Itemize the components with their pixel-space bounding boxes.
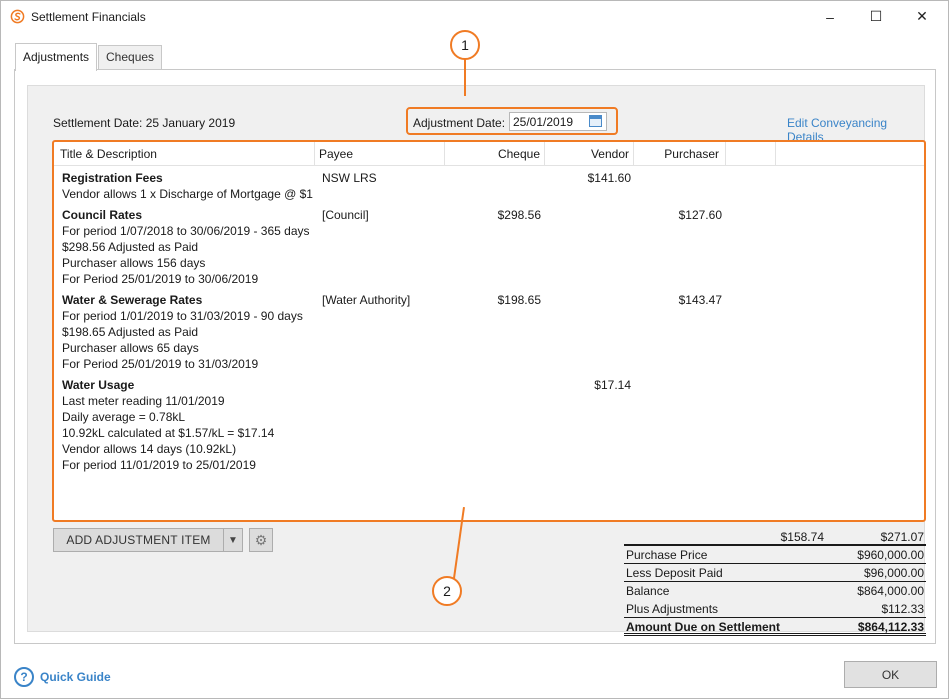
summary-value: $960,000.00	[857, 548, 924, 562]
row-description-line: For Period 25/01/2019 to 30/06/2019	[62, 272, 259, 286]
row-cheque: $298.56	[497, 208, 541, 222]
row-description-line: Purchaser allows 65 days	[62, 341, 199, 355]
summary-row-amount-due: Amount Due on Settlement $864,112.33	[624, 618, 926, 636]
close-button[interactable]: ✕	[899, 1, 945, 32]
row-payee: [Council]	[322, 208, 369, 222]
row-title: Registration Fees	[62, 171, 163, 185]
summary-label: Plus Adjustments	[626, 602, 719, 616]
row-description-line: For period 1/01/2019 to 31/03/2019 - 90 …	[62, 309, 303, 323]
calendar-icon[interactable]	[589, 115, 602, 127]
total-purchaser: $271.07	[880, 530, 924, 544]
row-description-line: Vendor allows 1 x Discharge of Mortgage …	[62, 187, 313, 201]
callout-1-connector	[464, 59, 466, 96]
adjustment-date-label: Adjustment Date:	[413, 116, 506, 130]
column-header-blank	[726, 142, 776, 166]
summary-row-plus-adjustments: Plus Adjustments $112.33	[624, 600, 926, 618]
row-description-line: For Period 25/01/2019 to 31/03/2019	[62, 357, 259, 371]
settlement-summary: Purchase Price $960,000.00 Less Deposit …	[624, 544, 926, 636]
row-description-line: 10.92kL calculated at $1.57/kL = $17.14	[62, 426, 275, 440]
summary-label: Less Deposit Paid	[626, 566, 723, 580]
quick-guide-link[interactable]: ? Quick Guide	[14, 667, 111, 687]
row-description-line: For period 1/07/2018 to 30/06/2019 - 365…	[62, 224, 310, 238]
summary-row-balance: Balance $864,000.00	[624, 582, 926, 600]
row-description-line: Vendor allows 14 days (10.92kL)	[62, 442, 237, 456]
total-vendor: $158.74	[780, 530, 824, 544]
summary-label: Balance	[626, 584, 670, 598]
row-title: Water & Sewerage Rates	[62, 293, 203, 307]
quick-guide-label[interactable]: Quick Guide	[40, 670, 111, 684]
row-vendor: $17.14	[594, 378, 631, 392]
column-header-payee[interactable]: Payee	[315, 142, 445, 166]
callout-marker-2: 2	[432, 576, 462, 606]
row-purchaser: $127.60	[678, 208, 722, 222]
adjustments-grid: Title & Description Payee Cheque Vendor …	[52, 140, 926, 522]
row-description-line: $298.56 Adjusted as Paid	[62, 240, 199, 254]
table-row[interactable]: Water Usage Last meter reading 11/01/201…	[54, 377, 924, 475]
table-row[interactable]: Water & Sewerage Rates For period 1/01/2…	[54, 292, 924, 374]
column-header-vendor[interactable]: Vendor	[545, 142, 634, 166]
row-title-description: Water Usage Last meter reading 11/01/201…	[62, 377, 314, 473]
summary-value: $864,000.00	[857, 584, 924, 598]
row-description-line: $198.65 Adjusted as Paid	[62, 325, 199, 339]
settlement-financials-window: Settlement Financials – ☐ ✕ Adjustments …	[0, 0, 949, 699]
table-row[interactable]: Council Rates For period 1/07/2018 to 30…	[54, 207, 924, 289]
settlement-date: Settlement Date: 25 January 2019	[53, 116, 236, 130]
row-cheque: $198.65	[497, 293, 541, 307]
row-description-line: For period 11/01/2019 to 25/01/2019	[62, 458, 256, 472]
row-description-line: Daily average = 0.78kL	[62, 410, 186, 424]
ok-button[interactable]: OK	[844, 661, 937, 688]
callout-marker-1: 1	[450, 30, 480, 60]
tab-adjustments[interactable]: Adjustments	[15, 43, 98, 71]
summary-row-deposit: Less Deposit Paid $96,000.00	[624, 564, 926, 582]
row-title: Water Usage	[62, 378, 135, 392]
add-adjustment-item-label[interactable]: ADD ADJUSTMENT ITEM	[54, 529, 224, 551]
row-description-line: Last meter reading 11/01/2019	[62, 394, 225, 408]
summary-value: $112.33	[881, 602, 925, 616]
add-adjustment-item-button[interactable]: ADD ADJUSTMENT ITEM ▼	[53, 528, 243, 552]
row-title-description: Council Rates For period 1/07/2018 to 30…	[62, 207, 314, 287]
grid-header: Title & Description Payee Cheque Vendor …	[54, 142, 924, 166]
summary-label: Amount Due on Settlement	[626, 620, 781, 634]
adjustments-content: Settlement Date: 25 January 2019 Adjustm…	[27, 85, 926, 636]
summary-value: $96,000.00	[863, 566, 924, 580]
column-header-purchaser[interactable]: Purchaser	[634, 142, 726, 166]
tab-panel: Settlement Date: 25 January 2019 Adjustm…	[14, 69, 936, 644]
help-icon[interactable]: ?	[14, 667, 34, 687]
row-title: Council Rates	[62, 208, 143, 222]
row-title-description: Registration Fees Vendor allows 1 x Disc…	[62, 170, 314, 202]
summary-row-purchase-price: Purchase Price $960,000.00	[624, 546, 926, 564]
table-row[interactable]: Registration Fees Vendor allows 1 x Disc…	[54, 170, 924, 204]
column-header-title[interactable]: Title & Description	[54, 142, 315, 166]
row-vendor: $141.60	[587, 171, 631, 185]
dropdown-arrow-icon[interactable]: ▼	[224, 529, 242, 551]
minimize-button[interactable]: –	[807, 1, 853, 32]
row-purchaser: $143.47	[678, 293, 722, 307]
summary-value: $864,112.33	[857, 620, 924, 634]
app-logo-icon	[10, 9, 25, 24]
window-title: Settlement Financials	[31, 10, 146, 24]
maximize-button[interactable]: ☐	[853, 1, 899, 32]
gear-icon[interactable]: ⚙	[249, 528, 273, 552]
title-bar: Settlement Financials – ☐ ✕	[1, 1, 948, 32]
adjustment-date-group: Adjustment Date:	[406, 107, 618, 135]
summary-label: Purchase Price	[626, 548, 708, 562]
tab-cheques[interactable]: Cheques	[98, 45, 163, 69]
row-payee: [Water Authority]	[322, 293, 411, 307]
row-payee: NSW LRS	[322, 171, 377, 185]
column-header-cheque[interactable]: Cheque	[445, 142, 545, 166]
row-description-line: Purchaser allows 156 days	[62, 256, 206, 270]
row-title-description: Water & Sewerage Rates For period 1/01/2…	[62, 292, 314, 372]
